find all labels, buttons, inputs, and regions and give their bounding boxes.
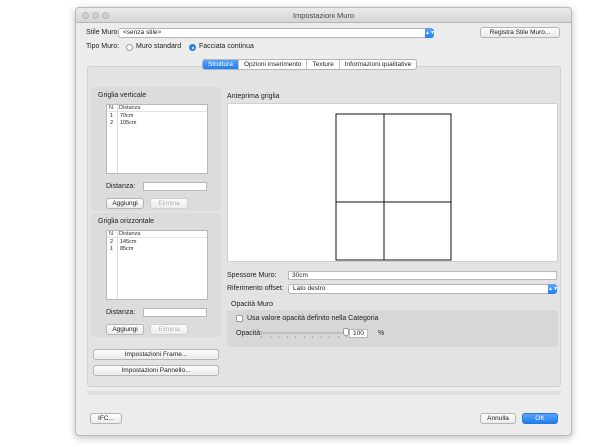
list-item-n: 1 xyxy=(110,246,114,252)
wall-outline xyxy=(335,113,452,261)
list-item-n: 1 xyxy=(110,113,114,119)
opacity-slider-track[interactable] xyxy=(261,332,346,334)
vertical-grid-list[interactable]: N. Distanza 1 70cm 2 105cm xyxy=(106,104,208,174)
list-item[interactable]: 1 70cm xyxy=(107,113,207,120)
grid-preview xyxy=(227,103,558,262)
slider-tick xyxy=(337,336,339,338)
ifc-button[interactable]: IFC... xyxy=(90,413,122,424)
slider-tick xyxy=(269,336,271,338)
list-item[interactable]: 1 85cm xyxy=(107,246,207,253)
horizontal-grid-group: Griglia orizzontale N. Distanza 2 145cm … xyxy=(91,213,221,337)
slider-tick xyxy=(278,336,279,338)
horizontal-add-button[interactable]: Aggiungi xyxy=(106,324,144,335)
slider-tick xyxy=(261,336,262,338)
column-header-n: N. xyxy=(109,105,115,111)
horizontal-distance-label: Distanza: xyxy=(106,309,136,316)
opacity-label: Opacità: xyxy=(236,330,263,337)
slider-tick xyxy=(346,336,347,338)
vertical-add-button[interactable]: Aggiungi xyxy=(106,198,144,209)
ok-button[interactable]: OK xyxy=(522,413,558,424)
register-wall-style-button[interactable]: Registra Stile Muro... xyxy=(480,27,560,38)
offset-reference-select[interactable]: Lato destro ▲▼ xyxy=(288,284,558,294)
list-header: N. Distanza xyxy=(107,105,207,112)
radio-facciata-continua[interactable] xyxy=(189,44,196,51)
settings-tabs: Struttura Opzioni inserimento Texture In… xyxy=(202,59,418,70)
vertical-distance-label: Distanza: xyxy=(106,183,136,190)
radio-facciata-continua-label: Facciata continua xyxy=(199,43,254,50)
list-item-distanza: 70cm xyxy=(120,113,134,119)
select-arrows-icon: ▲▼ xyxy=(548,284,558,294)
wall-opacity-title: Opacità Muro xyxy=(231,301,274,308)
offset-reference-value: Lato destro xyxy=(293,285,326,292)
radio-muro-standard[interactable] xyxy=(126,44,133,51)
slider-tick xyxy=(303,336,305,338)
list-item-distanza: 105cm xyxy=(120,120,137,126)
wall-opacity-group: Usa valore opacità definito nella Catego… xyxy=(227,310,558,347)
list-header: N. Distanza xyxy=(107,231,207,238)
select-arrows-icon: ▲▼ xyxy=(425,28,435,38)
cancel-button[interactable]: Annulla xyxy=(480,413,516,424)
tab-informazioni-qualitative[interactable]: Informazioni qualitative xyxy=(340,60,416,69)
offset-reference-label: Riferimento offset: xyxy=(227,285,284,292)
vertical-remove-button[interactable]: Elimina xyxy=(150,198,188,209)
list-item-n: 2 xyxy=(110,239,114,245)
list-item-distanza: 145cm xyxy=(120,239,137,245)
wall-settings-dialog: Impostazioni Muro Stile Muro: <senza sti… xyxy=(75,7,572,436)
horizontal-grid-title: Griglia orizzontale xyxy=(98,218,155,225)
tab-struttura[interactable]: Struttura xyxy=(203,60,239,69)
column-header-distanza: Distanza xyxy=(119,231,141,237)
opacity-unit: % xyxy=(378,330,385,337)
wall-thickness-label: Spessore Muro: xyxy=(227,272,277,279)
horizontal-grid-list[interactable]: N. Distanza 2 145cm 1 85cm xyxy=(106,230,208,300)
list-item-n: 2 xyxy=(110,120,114,126)
list-item[interactable]: 2 145cm xyxy=(107,239,207,246)
grid-preview-title: Anteprima griglia xyxy=(227,93,280,100)
wall-thickness-input[interactable]: 30cm xyxy=(288,271,557,280)
column-header-distanza: Distanza xyxy=(119,105,141,111)
list-item-distanza: 85cm xyxy=(120,246,134,252)
wall-style-label: Stile Muro: xyxy=(86,29,120,36)
column-header-n: N. xyxy=(109,231,115,237)
opacity-input[interactable]: 100 xyxy=(349,329,368,338)
tab-opzioni-inserimento[interactable]: Opzioni inserimento xyxy=(239,60,308,69)
tab-texture[interactable]: Texture xyxy=(307,60,340,69)
slider-tick xyxy=(286,336,288,338)
window-title: Impostazioni Muro xyxy=(292,11,355,20)
slider-tick xyxy=(295,336,296,338)
panel-settings-button[interactable]: Impostazioni Pannello... xyxy=(93,365,219,376)
frame-settings-button[interactable]: Impostazioni Frame... xyxy=(93,349,219,360)
horizontal-remove-button[interactable]: Elimina xyxy=(150,324,188,335)
slider-tick xyxy=(320,336,322,338)
grid-preview-drawing xyxy=(335,113,452,261)
panel-bottom-divider xyxy=(87,391,561,395)
use-category-opacity-label: Usa valore opacità definito nella Catego… xyxy=(247,315,379,322)
list-item[interactable]: 2 105cm xyxy=(107,120,207,127)
wall-type-label: Tipo Muro: xyxy=(86,43,120,50)
wall-style-value: <senza stile> xyxy=(123,29,162,36)
use-category-opacity-checkbox[interactable] xyxy=(236,315,243,322)
horizontal-distance-input[interactable] xyxy=(143,308,207,317)
wall-style-select[interactable]: <senza stile> ▲▼ xyxy=(118,28,435,38)
vertical-grid-title: Griglia verticale xyxy=(98,92,147,99)
radio-muro-standard-label: Muro standard xyxy=(136,43,182,50)
title-bar: Impostazioni Muro xyxy=(76,8,571,23)
slider-tick xyxy=(329,336,330,338)
structure-panel: Griglia verticale N. Distanza 1 70cm 2 1… xyxy=(87,66,561,387)
vertical-grid-group: Griglia verticale N. Distanza 1 70cm 2 1… xyxy=(91,87,221,211)
slider-tick xyxy=(312,336,313,338)
vertical-distance-input[interactable] xyxy=(143,182,207,191)
